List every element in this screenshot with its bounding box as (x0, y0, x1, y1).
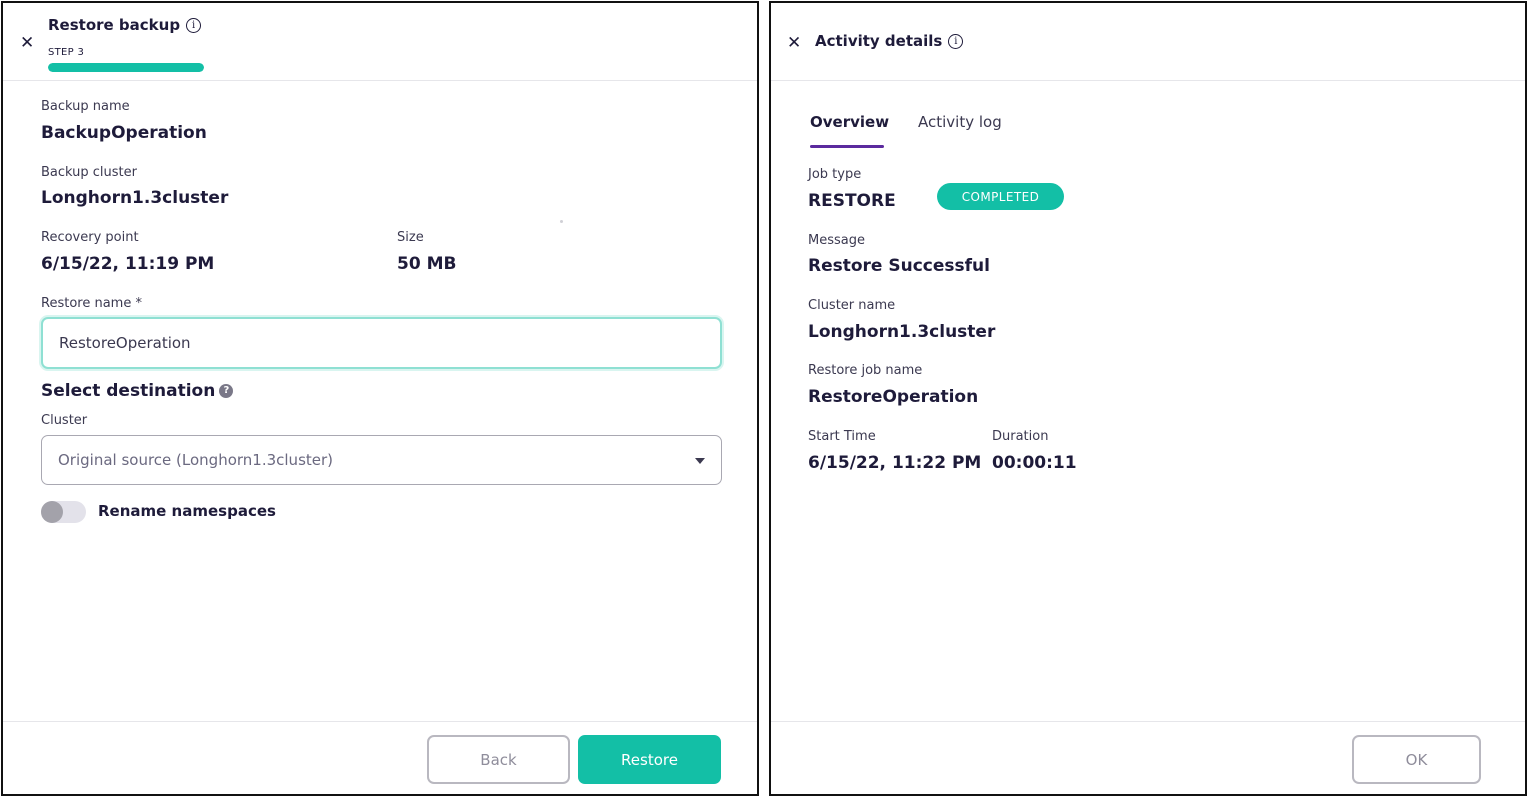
info-icon[interactable]: i (948, 34, 964, 49)
close-icon[interactable]: ✕ (787, 35, 801, 52)
dialog-title: Activity details i (815, 32, 964, 50)
tab-activity-log[interactable]: Activity log (918, 113, 1002, 131)
start-time-label: Start Time (808, 429, 876, 444)
close-icon[interactable]: ✕ (20, 35, 34, 52)
cluster-name-label: Cluster name (808, 298, 896, 313)
step-progress-bar (48, 63, 204, 72)
restore-button[interactable]: Restore (578, 735, 721, 784)
recovery-point-label: Recovery point (41, 230, 139, 245)
dialog-title: Restore backup i (48, 16, 202, 34)
ok-button[interactable]: OK (1352, 735, 1481, 784)
tab-overview[interactable]: Overview (810, 113, 889, 131)
rename-namespaces-toggle[interactable] (41, 501, 86, 523)
cluster-name-value: Longhorn1.3cluster (808, 322, 996, 342)
backup-name-label: Backup name (41, 99, 130, 114)
restore-job-name-value: RestoreOperation (808, 387, 979, 407)
start-time-value: 6/15/22, 11:22 PM (808, 453, 982, 473)
job-type-label: Job type (808, 167, 862, 182)
rename-namespaces-label: Rename namespaces (98, 502, 276, 520)
size-value: 50 MB (397, 254, 457, 274)
status-badge: COMPLETED (937, 183, 1064, 210)
size-label: Size (397, 230, 424, 245)
step-progress-fill (48, 63, 204, 72)
duration-label: Duration (992, 429, 1049, 444)
step-label: STEP 3 (48, 47, 85, 58)
cluster-select[interactable]: Original source (Longhorn1.3cluster) (41, 435, 722, 485)
message-label: Message (808, 233, 865, 248)
decorative-dot (560, 220, 563, 223)
activity-details-dialog: ✕ Activity details i Overview Activity lo… (769, 1, 1527, 796)
dialog-header: ✕ Activity details i (771, 3, 1525, 81)
select-destination-text: Select destination (41, 381, 216, 401)
cluster-label: Cluster (41, 413, 88, 428)
dialog-title-text: Restore backup (48, 16, 181, 34)
dialog-header: ✕ Restore backup i STEP 3 (3, 3, 757, 81)
backup-cluster-value: Longhorn1.3cluster (41, 188, 229, 208)
back-button[interactable]: Back (427, 735, 570, 784)
restore-name-label: Restore name * (41, 296, 142, 311)
cluster-select-value: Original source (Longhorn1.3cluster) (58, 451, 334, 469)
select-destination-title: Select destination? (41, 381, 234, 401)
restore-name-input[interactable] (41, 317, 722, 369)
backup-cluster-label: Backup cluster (41, 165, 137, 180)
restore-backup-dialog: ✕ Restore backup i STEP 3 Backup name Bac… (1, 1, 759, 796)
chevron-down-icon (695, 458, 705, 464)
job-type-value: RESTORE (808, 191, 896, 211)
recovery-point-value: 6/15/22, 11:19 PM (41, 254, 215, 274)
help-icon[interactable]: ? (219, 384, 234, 398)
restore-job-name-label: Restore job name (808, 363, 923, 378)
active-tab-indicator (810, 145, 884, 148)
message-value: Restore Successful (808, 256, 990, 276)
duration-value: 00:00:11 (992, 453, 1077, 473)
info-icon[interactable]: i (186, 18, 202, 33)
dialog-title-text: Activity details (815, 32, 943, 50)
toggle-knob (41, 501, 63, 523)
backup-name-value: BackupOperation (41, 123, 207, 143)
